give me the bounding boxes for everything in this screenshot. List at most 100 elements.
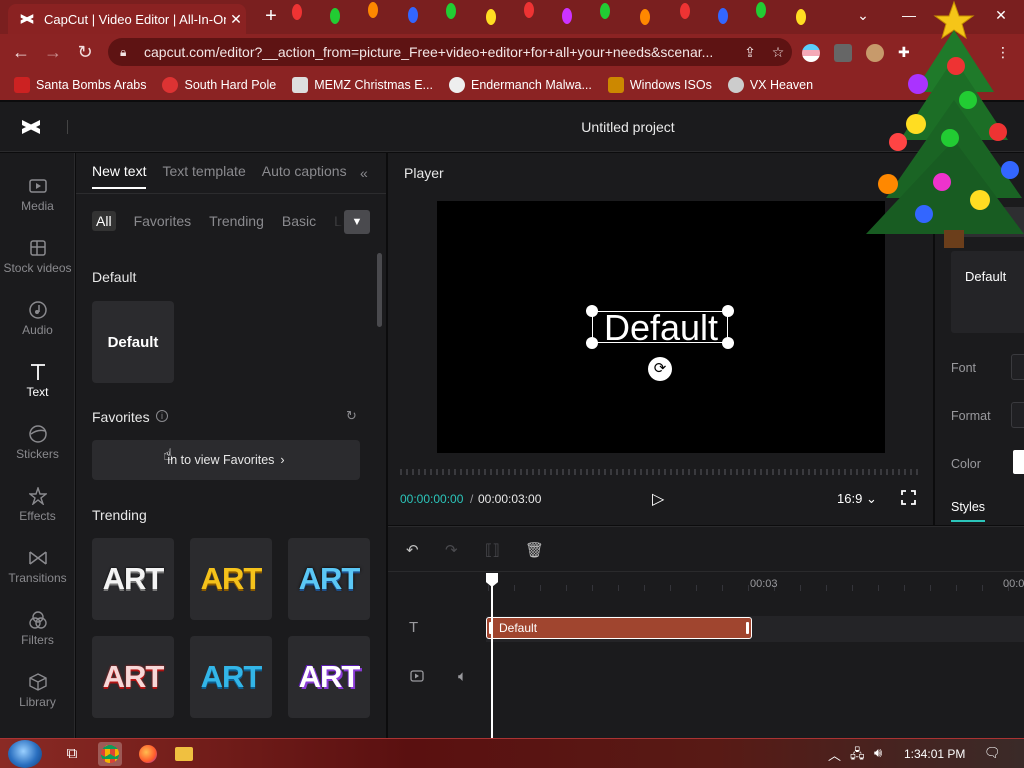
back-arrow-icon[interactable]: ← [10, 41, 32, 63]
trending-art-card-2[interactable]: ART [190, 538, 272, 620]
category-chips: All Favorites Trending Basic Lu [92, 211, 350, 231]
resize-handle[interactable] [586, 305, 598, 317]
text-selection-box[interactable]: Default [586, 305, 734, 349]
refresh-icon[interactable]: ↻ [346, 408, 357, 424]
reload-icon[interactable]: ↻ [74, 41, 96, 63]
xmas-light-decoration [640, 9, 650, 25]
redo-icon[interactable]: ↷ [445, 541, 458, 559]
clip-trim-handle-right[interactable] [746, 622, 749, 634]
library-icon [28, 669, 47, 695]
forward-arrow-icon[interactable]: → [42, 41, 64, 63]
start-button[interactable] [8, 740, 42, 768]
speaker-icon[interactable]: 🔊︎ [874, 745, 882, 761]
chip-all[interactable]: All [92, 211, 116, 231]
text-clip[interactable]: Default [486, 617, 752, 639]
split-icon[interactable]: ⟦⟧ [485, 541, 500, 559]
tree-icon [607, 77, 624, 93]
bookmark-windows-isos[interactable]: Windows ISOs [607, 77, 712, 93]
extension-flag-icon[interactable] [802, 44, 820, 62]
tab-new-text[interactable]: New text [92, 163, 147, 189]
xmas-light-decoration [680, 3, 690, 19]
color-swatch[interactable] [1013, 450, 1024, 474]
panel-scrollbar[interactable] [377, 253, 382, 327]
sidebar-item-audio[interactable]: Audio [0, 297, 75, 357]
chevron-down-icon[interactable]: ▼ [344, 210, 370, 234]
bookmark-memz[interactable]: MEMZ Christmas E... [292, 77, 433, 93]
network-icon[interactable]: 🖧︎ [850, 745, 865, 767]
login-favorites-button[interactable]: in to view Favorites › [92, 440, 360, 480]
volume-icon[interactable]: 🔈︎ [458, 668, 467, 685]
canvas-text[interactable]: Default [593, 307, 729, 349]
player-scrub-bar[interactable] [400, 469, 920, 475]
browser-tab-capcut[interactable]: CapCut | Video Editor | All-In-One ✕ [8, 4, 246, 34]
action-center-icon[interactable]: 🗨︎ [984, 745, 1001, 761]
taskbar-chrome-button[interactable] [98, 742, 122, 766]
chips-fade [316, 207, 344, 237]
sidebar-item-filters[interactable]: Filters [0, 607, 75, 667]
sidebar-item-transitions[interactable]: Transitions [0, 545, 75, 605]
default-text-card[interactable]: Default [92, 301, 174, 383]
play-icon[interactable]: ▷ [652, 489, 664, 509]
video-track-icon [410, 669, 424, 686]
video-canvas[interactable]: Default ⟳ [437, 201, 885, 453]
extension-s-icon[interactable] [834, 44, 852, 62]
resize-handle[interactable] [722, 305, 734, 317]
xmas-light-decoration [600, 3, 610, 19]
trending-art-card-6[interactable]: ART [288, 636, 370, 718]
task-view-icon[interactable]: ⧉ [60, 742, 84, 766]
info-icon[interactable]: i [156, 410, 168, 422]
address-bar[interactable]: 🔒︎ capcut.com/editor?__action_from=pictu… [108, 38, 792, 66]
trending-art-card-4[interactable]: ART [92, 636, 174, 718]
font-label: Font [951, 361, 977, 375]
collapse-panel-icon[interactable]: « [360, 165, 368, 181]
effects-icon [28, 483, 47, 509]
resize-handle[interactable] [586, 337, 598, 349]
taskbar-firefox-button[interactable] [136, 742, 160, 766]
stickers-icon [28, 421, 47, 447]
aspect-ratio-dropdown[interactable]: 16:9 ⌄ [837, 491, 877, 507]
share-icon[interactable]: ⇪ [736, 44, 764, 61]
media-icon [28, 173, 47, 199]
capcut-favicon-icon [18, 10, 36, 28]
bookmark-vx-heaven[interactable]: VX Heaven [727, 77, 813, 93]
rotate-icon[interactable]: ⟳ [648, 357, 672, 381]
font-select[interactable] [1011, 354, 1024, 380]
xmas-light-decoration [796, 9, 806, 25]
chip-trending[interactable]: Trending [209, 213, 264, 229]
xmas-light-decoration [486, 9, 496, 25]
bookmark-endermanch[interactable]: Endermanch Malwa... [448, 77, 592, 93]
favorites-heading: Favorites [92, 409, 150, 425]
bookmark-star-icon[interactable]: ☆ [764, 44, 792, 61]
resize-handle[interactable] [722, 337, 734, 349]
styles-tab[interactable]: Styles [951, 500, 985, 514]
tab-text-template[interactable]: Text template [162, 163, 245, 189]
trending-art-card-3[interactable]: ART [288, 538, 370, 620]
xmas-light-decoration [524, 2, 534, 18]
tab-auto-captions[interactable]: Auto captions [262, 163, 347, 189]
taskbar-explorer-button[interactable] [172, 742, 196, 766]
bookmark-south-hard-pole[interactable]: South Hard Pole [162, 77, 276, 93]
trending-art-card-1[interactable]: ART [92, 538, 174, 620]
fullscreen-icon[interactable] [901, 490, 916, 505]
bookmark-santa-bombs[interactable]: Santa Bombs Arabs [14, 77, 146, 93]
taskbar-clock[interactable]: 1:34:01 PM [904, 747, 965, 761]
trending-art-card-5[interactable]: ART [190, 636, 272, 718]
sidebar-item-stock-videos[interactable]: Stock videos [0, 235, 75, 295]
new-tab-button[interactable]: + [260, 5, 282, 27]
chip-basic[interactable]: Basic [282, 213, 316, 229]
delete-icon[interactable]: 🗑︎ [525, 541, 544, 559]
close-tab-icon[interactable]: ✕ [226, 11, 246, 28]
xmas-light-decoration [368, 2, 378, 18]
timeline-divider [388, 571, 1024, 572]
sidebar-item-text[interactable]: Text [0, 359, 75, 419]
tray-expand-icon[interactable]: ︿ [828, 745, 841, 764]
format-button[interactable] [1011, 402, 1024, 428]
preset-default-card[interactable]: Default [951, 251, 1024, 333]
sidebar-item-stickers[interactable]: Stickers [0, 421, 75, 481]
chip-favorites[interactable]: Favorites [134, 213, 192, 229]
undo-icon[interactable]: ↶ [406, 541, 419, 559]
sidebar-item-media[interactable]: Media [0, 173, 75, 233]
sidebar-item-library[interactable]: Library [0, 669, 75, 729]
xmas-light-decoration [718, 8, 728, 24]
sidebar-item-effects[interactable]: Effects [0, 483, 75, 543]
